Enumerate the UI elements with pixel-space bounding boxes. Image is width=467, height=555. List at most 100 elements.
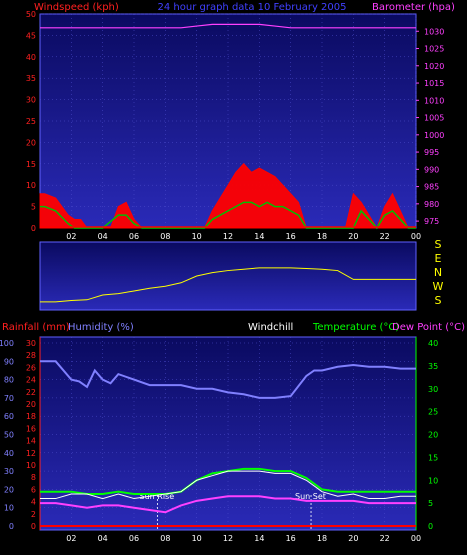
temp-x-tick: 12 — [223, 534, 233, 543]
windspeed-tick: 10 — [26, 181, 36, 190]
humidity-axis-title: Humidity (%) — [68, 322, 134, 333]
windchill-label: Windchill — [248, 322, 293, 333]
temp-x-tick: 20 — [348, 534, 358, 543]
rainfall-tick: 10 — [26, 461, 36, 470]
wind-x-tick: 22 — [380, 232, 390, 241]
wind-x-tick: 12 — [223, 232, 233, 241]
humidity-tick: 50 — [4, 431, 14, 440]
humidity-tick: 10 — [4, 504, 14, 513]
rainfall-tick: 6 — [31, 485, 36, 494]
wind-x-tick: 20 — [348, 232, 358, 241]
humidity-tick: 70 — [4, 394, 14, 403]
humidity-tick-labels: 0 10 20 30 40 50 60 70 80 90 100 — [0, 339, 14, 531]
direction-plot-area — [39, 241, 417, 311]
barometer-tick: 1015 — [424, 79, 444, 88]
rainfall-tick: 30 — [26, 339, 36, 348]
wind-x-tick: 06 — [129, 232, 139, 241]
temperature-tick: 40 — [428, 339, 438, 348]
barometer-tick: 1030 — [424, 27, 444, 36]
wind-x-tick: 04 — [98, 232, 108, 241]
temp-x-tick: 22 — [380, 534, 390, 543]
rainfall-tick: 20 — [26, 400, 36, 409]
barometer-tick: 995 — [424, 148, 439, 157]
rainfall-tick: 0 — [31, 522, 36, 531]
humidity-tick: 20 — [4, 485, 14, 494]
temp-x-tick: 04 — [98, 534, 108, 543]
humidity-tick: 0 — [9, 522, 14, 531]
temperature-tick: 10 — [428, 476, 438, 485]
windspeed-tick: 50 — [26, 10, 36, 19]
barometer-axis-title: Barometer (hpa) — [372, 2, 455, 13]
wind-x-tick: 16 — [286, 232, 296, 241]
temp-x-tick: 02 — [66, 534, 76, 543]
chart-title: 24 hour graph data 10 February 2005 — [158, 2, 347, 13]
barometer-tick: 975 — [424, 217, 439, 226]
temperature-humidity-chart: Rainfall (mm) Humidity (%) Windchill Tem… — [0, 322, 465, 543]
rainfall-tick: 4 — [31, 498, 36, 507]
windspeed-tick: 45 — [26, 31, 36, 40]
temp-x-tick: 18 — [317, 534, 327, 543]
humidity-tick: 100 — [0, 339, 14, 348]
dewpoint-axis-title: Dew Point (°C) — [392, 322, 465, 333]
barometer-tick: 1005 — [424, 114, 444, 123]
temperature-tick: 30 — [428, 385, 438, 394]
temp-x-tick: 14 — [254, 534, 264, 543]
temperature-axis-title: Temperature (°C) — [312, 322, 399, 333]
compass-letter: E — [435, 252, 442, 265]
windspeed-tick: 15 — [26, 160, 36, 169]
rainfall-tick: 12 — [26, 449, 36, 458]
temp-x-tick: 08 — [160, 534, 170, 543]
barometer-tick: 1010 — [424, 96, 444, 105]
humidity-tick: 40 — [4, 449, 14, 458]
windspeed-tick: 30 — [26, 96, 36, 105]
windspeed-tick-labels: 0 5 10 15 20 25 30 35 40 45 50 — [26, 10, 36, 233]
windspeed-tick: 5 — [31, 203, 36, 212]
wind-x-tick: 14 — [254, 232, 264, 241]
temperature-tick: 20 — [428, 431, 438, 440]
temp-x-tick: 16 — [286, 534, 296, 543]
windspeed-tick: 40 — [26, 53, 36, 62]
windspeed-tick: 25 — [26, 117, 36, 126]
wind-direction-chart: SENWS — [39, 238, 444, 311]
barometer-tick: 1020 — [424, 62, 444, 71]
windspeed-axis-title: Windspeed (kph) — [34, 2, 119, 13]
wind-x-tick: 00 — [411, 232, 421, 241]
windspeed-tick: 20 — [26, 138, 36, 147]
temp-x-tick: 10 — [192, 534, 202, 543]
windspeed-tick: 0 — [31, 224, 36, 233]
rainfall-tick: 28 — [26, 351, 36, 360]
barometer-tick-labels: 975 980 985 990 995 1000 1005 1010 1015 1020 1025 1… — [424, 27, 444, 226]
compass-letter: S — [435, 238, 442, 251]
rainfall-tick: 14 — [26, 437, 36, 446]
compass-letter: S — [435, 294, 442, 307]
rainfall-axis-title: Rainfall (mm) — [2, 322, 70, 333]
rainfall-tick: 26 — [26, 363, 36, 372]
rainfall-tick: 16 — [26, 424, 36, 433]
barometer-tick: 990 — [424, 165, 439, 174]
rainfall-tick: 18 — [26, 412, 36, 421]
temperature-tick: 35 — [428, 362, 438, 371]
wind-x-tick: 08 — [160, 232, 170, 241]
humidity-tick: 30 — [4, 467, 14, 476]
barometer-tick: 1000 — [424, 131, 444, 140]
wind-x-tick-labels: 02 04 06 08 10 12 14 16 18 20 22 00 — [66, 232, 421, 241]
temp-x-tick: 06 — [129, 534, 139, 543]
temperature-tick-labels: 0 5 10 15 20 25 30 35 40 — [428, 339, 438, 531]
barometer-tick: 1025 — [424, 45, 444, 54]
barometer-tick: 985 — [424, 183, 439, 192]
compass-letter: W — [433, 280, 444, 293]
rainfall-tick-labels: 024681012141618202224262830 — [26, 339, 36, 531]
compass-letters: SENWS — [433, 238, 444, 307]
humidity-tick: 60 — [4, 412, 14, 421]
temperature-tick: 15 — [428, 453, 438, 462]
temp-x-tick: 00 — [411, 534, 421, 543]
rainfall-tick: 2 — [31, 510, 36, 519]
temperature-tick: 5 — [428, 499, 433, 508]
weather-graph-canvas: Windspeed (kph) 24 hour graph data 10 Fe… — [0, 2, 465, 543]
wind-x-tick: 10 — [192, 232, 202, 241]
compass-letter: N — [434, 266, 442, 279]
wind-x-tick: 18 — [317, 232, 327, 241]
barometer-tick: 980 — [424, 200, 439, 209]
temp-x-tick-labels: 02 04 06 08 10 12 14 16 18 20 22 00 — [66, 534, 421, 543]
rainfall-tick: 8 — [31, 473, 36, 482]
